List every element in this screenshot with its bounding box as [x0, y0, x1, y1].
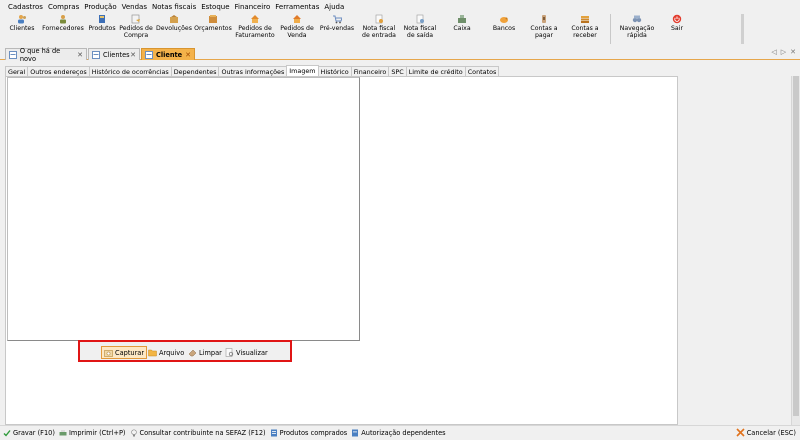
autorizacao-dependentes-button[interactable]: Autorização dependentes — [351, 429, 446, 437]
tab-historico[interactable]: Histórico — [317, 66, 352, 76]
tab-geral[interactable]: Geral — [5, 66, 29, 76]
binoculars-icon — [632, 14, 642, 24]
bank-icon — [499, 14, 509, 24]
image-actions-bar: Capturar Arquivo Limpar Visualizar — [78, 340, 292, 362]
folder-icon — [148, 349, 157, 357]
tab-prev-icon[interactable]: ◁ — [771, 48, 776, 56]
power-icon — [672, 14, 682, 24]
cancelar-button[interactable]: Cancelar (ESC) — [736, 428, 796, 437]
tab-spc[interactable]: SPC — [388, 66, 407, 76]
record-tabs: Geral Outros endereços Histórico de ocor… — [5, 65, 500, 76]
doc-tab-clientes[interactable]: Clientes ✕ — [88, 48, 140, 60]
menu-producao[interactable]: Produção — [84, 3, 116, 11]
cancel-icon — [736, 428, 745, 437]
toolbar-fornecedores-button[interactable]: Fornecedores — [40, 13, 86, 45]
main-toolbar: Clientes Fornecedores Produtos Pedidos d… — [4, 13, 748, 45]
toolbar-caixa-button[interactable]: Caixa — [440, 13, 484, 45]
camera-icon — [104, 350, 113, 357]
document-icon — [92, 50, 100, 59]
cart-icon — [332, 14, 342, 24]
cash-register-icon — [457, 14, 467, 24]
close-icon[interactable]: ✕ — [790, 48, 796, 56]
menu-vendas[interactable]: Vendas — [122, 3, 147, 11]
gravar-button[interactable]: Gravar (F10) — [3, 429, 55, 437]
document-icon — [9, 50, 17, 59]
invoice-out-icon — [415, 14, 425, 24]
vertical-scrollbar[interactable] — [791, 76, 800, 425]
doc-tab-o-que-ha-de-novo[interactable]: O que há de novo ✕ — [5, 47, 87, 63]
products-icon — [97, 14, 107, 24]
visualizar-button[interactable]: Visualizar — [223, 346, 270, 359]
menu-compras[interactable]: Compras — [48, 3, 79, 11]
tab-dependentes[interactable]: Dependentes — [170, 66, 220, 76]
close-icon[interactable]: ✕ — [185, 51, 191, 59]
receivable-icon — [580, 14, 590, 24]
toolbar-bancos-button[interactable]: Bancos — [484, 13, 524, 45]
tab-outros-enderecos[interactable]: Outros endereços — [27, 66, 90, 76]
capturar-button[interactable]: Capturar — [101, 346, 148, 359]
invoice-in-icon — [374, 14, 384, 24]
menu-financeiro[interactable]: Financeiro — [235, 3, 271, 11]
list-icon — [270, 429, 277, 437]
toolbar-pre-vendas-button[interactable]: Pré-vendas — [316, 13, 358, 45]
menu-notas-fiscais[interactable]: Notas fiscais — [152, 3, 196, 11]
preview-icon — [225, 348, 234, 357]
tab-historico-ocorrencias[interactable]: Histórico de ocorrências — [88, 66, 172, 76]
doc-tab-cliente[interactable]: Cliente ✕ — [141, 48, 195, 60]
printer-icon — [59, 430, 67, 436]
close-icon[interactable]: ✕ — [130, 51, 136, 59]
toolbar-devolucoes-button[interactable]: Devoluções — [154, 13, 194, 45]
toolbar-pedidos-faturamento-button[interactable]: Pedidos de Faturamento — [232, 13, 278, 45]
tab-outras-informacoes[interactable]: Outras informações — [218, 66, 288, 76]
users-icon — [17, 14, 27, 24]
imprimir-button[interactable]: Imprimir (Ctrl+P) — [59, 429, 126, 437]
billing-order-icon — [250, 14, 260, 24]
toolbar-separator — [610, 14, 611, 44]
toolbar-nota-saida-button[interactable]: Nota fiscal de saída — [400, 13, 440, 45]
side-panel — [679, 76, 791, 425]
toolbar-grip[interactable] — [741, 14, 744, 44]
document-icon — [145, 50, 153, 59]
tab-next-icon[interactable]: ▷ — [781, 48, 786, 56]
tab-imagem[interactable]: Imagem — [286, 65, 319, 76]
tab-navigation: ◁ ▷ ✕ — [771, 48, 796, 56]
arquivo-button[interactable]: Arquivo — [146, 346, 186, 359]
scrollbar-thumb[interactable] — [793, 76, 799, 416]
supplier-icon — [58, 14, 68, 24]
toolbar-pedidos-compra-button[interactable]: Pedidos de Compra — [118, 13, 154, 45]
document-tabs: O que há de novo ✕ Clientes ✕ Cliente ✕ — [0, 47, 800, 63]
tab-limite-credito[interactable]: Limite de crédito — [405, 66, 466, 76]
produtos-comprados-button[interactable]: Produtos comprados — [270, 429, 347, 437]
lightbulb-icon — [130, 429, 137, 437]
tab-contatos[interactable]: Contatos — [464, 66, 500, 76]
authorize-icon — [352, 429, 359, 437]
menu-ferramentas[interactable]: Ferramentas — [275, 3, 319, 11]
quotes-icon — [208, 14, 218, 24]
toolbar-contas-receber-button[interactable]: Contas a receber — [564, 13, 606, 45]
close-icon[interactable]: ✕ — [77, 51, 83, 59]
menu-ajuda[interactable]: Ajuda — [324, 3, 344, 11]
status-bar: Gravar (F10) Imprimir (Ctrl+P) Consultar… — [0, 425, 800, 440]
toolbar-nota-entrada-button[interactable]: Nota fiscal de entrada — [358, 13, 400, 45]
tab-financeiro[interactable]: Financeiro — [350, 66, 390, 76]
toolbar-navegacao-rapida-button[interactable]: Navegação rápida — [615, 13, 659, 45]
toolbar-orcamentos-button[interactable]: Orçamentos — [194, 13, 232, 45]
menu-estoque[interactable]: Estoque — [201, 3, 229, 11]
menu-bar: Cadastros Compras Produção Vendas Notas … — [0, 0, 800, 13]
toolbar-sair-button[interactable]: Sair — [659, 13, 695, 45]
image-preview-area — [7, 77, 360, 341]
limpar-button[interactable]: Limpar — [186, 346, 224, 359]
eraser-icon — [188, 349, 197, 357]
toolbar-contas-pagar-button[interactable]: Contas a pagar — [524, 13, 564, 45]
purchase-order-icon — [131, 14, 141, 24]
consultar-sefaz-button[interactable]: Consultar contribuinte na SEFAZ (F12) — [130, 429, 266, 437]
check-icon — [3, 430, 11, 437]
returns-icon — [169, 14, 179, 24]
menu-cadastros[interactable]: Cadastros — [8, 3, 43, 11]
toolbar-produtos-button[interactable]: Produtos — [86, 13, 118, 45]
sales-order-icon — [292, 14, 302, 24]
toolbar-clientes-button[interactable]: Clientes — [4, 13, 40, 45]
payable-icon — [539, 14, 549, 24]
toolbar-pedidos-venda-button[interactable]: Pedidos de Venda — [278, 13, 316, 45]
